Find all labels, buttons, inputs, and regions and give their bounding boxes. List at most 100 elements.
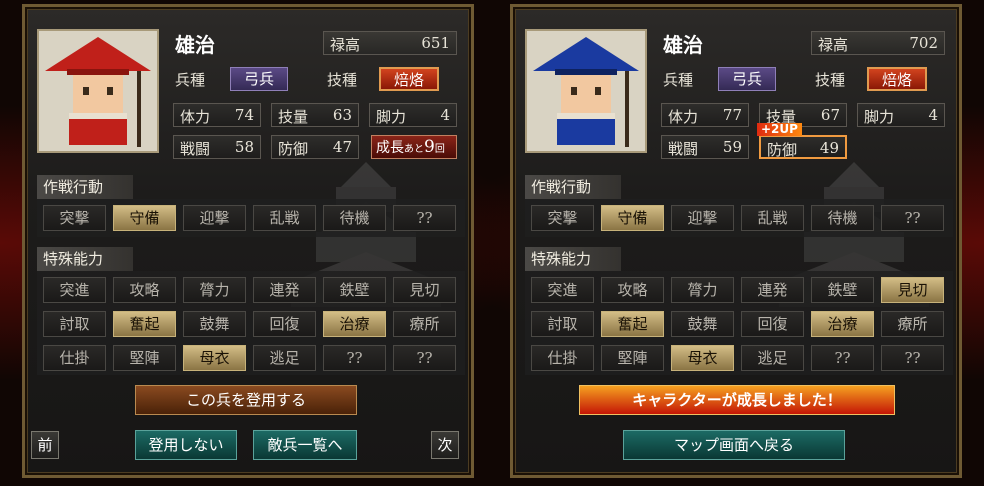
decline-button[interactable]: 登用しない (135, 430, 237, 460)
tactic-button[interactable]: 乱戦 (741, 205, 804, 231)
recruit-panel: 雄治 禄高 651 兵種 弓兵 技種 焙烙 体力 74 技量 63 脚力 4 戦… (22, 4, 474, 478)
stat-value: 59 (722, 138, 742, 156)
ability-button[interactable]: 母衣 (671, 345, 734, 371)
stat-value: 67 (820, 106, 840, 124)
stipend-value: 651 (421, 34, 450, 52)
tactic-button[interactable]: 突撃 (531, 205, 594, 231)
ability-button[interactable]: 見切 (393, 277, 456, 303)
special-area: 突進 攻略 膂力 連発 鉄壁 見切 討取 奮起 鼓舞 回復 治療 療所 仕掛 堅… (525, 271, 953, 375)
stat-value: 77 (722, 106, 742, 124)
ability-button[interactable]: 連発 (741, 277, 804, 303)
ability-button[interactable]: 鉄壁 (811, 277, 874, 303)
ability-button[interactable]: 治療 (811, 311, 874, 337)
ability-button[interactable]: 仕掛 (531, 345, 594, 371)
stat-value: 49 (819, 139, 839, 157)
tactic-button[interactable]: 迎撃 (671, 205, 734, 231)
tactics-header: 作戦行動 (37, 175, 133, 199)
stat-combat: 戦闘 59 (661, 135, 749, 159)
ability-button[interactable]: 治療 (323, 311, 386, 337)
tactic-button[interactable]: ?? (393, 205, 456, 231)
stat-label: 脚力 (864, 108, 895, 126)
recruit-button[interactable]: この兵を登用する (135, 385, 357, 415)
stat-hp: 体力 74 (173, 103, 261, 127)
stat-defense: 防御 47 (271, 135, 359, 159)
stat-label: 脚力 (376, 108, 407, 126)
ability-button[interactable]: 仕掛 (43, 345, 106, 371)
ability-button[interactable]: 療所 (393, 311, 456, 337)
ability-button[interactable]: 鼓舞 (183, 311, 246, 337)
ability-button[interactable]: 奮起 (113, 311, 176, 337)
ability-button[interactable]: 鉄壁 (323, 277, 386, 303)
ability-button[interactable]: 堅陣 (113, 345, 176, 371)
troop-type-badge: 弓兵 (230, 67, 288, 91)
stat-value: 47 (332, 138, 352, 156)
troop-label: 兵種 (175, 71, 206, 89)
ability-button[interactable]: 回復 (253, 311, 316, 337)
ability-button[interactable]: 討取 (43, 311, 106, 337)
ability-button[interactable]: 膂力 (183, 277, 246, 303)
ability-button[interactable]: 逃足 (253, 345, 316, 371)
ability-button[interactable]: 突進 (531, 277, 594, 303)
ability-button[interactable]: ?? (811, 345, 874, 371)
stat-skill: 技量 63 (271, 103, 359, 127)
ability-button[interactable]: 鼓舞 (671, 311, 734, 337)
ability-button[interactable]: 母衣 (183, 345, 246, 371)
prev-button[interactable]: 前 (31, 431, 59, 459)
ability-button[interactable]: 回復 (741, 311, 804, 337)
tactic-button[interactable]: 守備 (601, 205, 664, 231)
stat-hp: 体力 77 (661, 103, 749, 127)
troop-label: 兵種 (663, 71, 694, 89)
stat-value: 74 (234, 106, 254, 124)
special-header: 特殊能力 (37, 247, 133, 271)
stipend-label: 禄高 (330, 36, 361, 54)
ability-button[interactable]: 見切 (881, 277, 944, 303)
return-to-map-button[interactable]: マップ画面へ戻る (623, 430, 845, 460)
stipend-label: 禄高 (818, 36, 849, 54)
stat-label: 技量 (278, 108, 309, 126)
stat-value: 58 (234, 138, 254, 156)
unit-portrait (525, 29, 647, 153)
next-button[interactable]: 次 (431, 431, 459, 459)
ability-button[interactable]: 堅陣 (601, 345, 664, 371)
stat-combat: 戦闘 58 (173, 135, 261, 159)
ability-button[interactable]: ?? (323, 345, 386, 371)
stat-value: 63 (332, 106, 352, 124)
ability-button[interactable]: 討取 (531, 311, 594, 337)
ability-button[interactable]: 連発 (253, 277, 316, 303)
ability-button[interactable]: 攻略 (601, 277, 664, 303)
stat-up-badge: +2UP (757, 123, 802, 136)
growth-suffix: 回 (434, 144, 445, 155)
growth-banner: キャラクターが成長しました！ (579, 385, 895, 415)
tactic-button[interactable]: 待機 (811, 205, 874, 231)
stat-label: 防御 (278, 140, 309, 158)
tactic-button[interactable]: 乱戦 (253, 205, 316, 231)
tactic-button[interactable]: 待機 (323, 205, 386, 231)
ability-button[interactable]: 奮起 (601, 311, 664, 337)
tactic-button[interactable]: 守備 (113, 205, 176, 231)
tactic-button[interactable]: 突撃 (43, 205, 106, 231)
stat-defense: 防御 49 (759, 135, 847, 159)
stipend-box: 禄高 702 (811, 31, 945, 55)
tactic-button[interactable]: 迎撃 (183, 205, 246, 231)
stipend-box: 禄高 651 (323, 31, 457, 55)
unit-name: 雄治 (175, 33, 215, 57)
ability-button[interactable]: 膂力 (671, 277, 734, 303)
ability-button[interactable]: ?? (881, 345, 944, 371)
tactics-header: 作戦行動 (525, 175, 621, 199)
stat-speed: 脚力 4 (369, 103, 457, 127)
tactic-button[interactable]: ?? (881, 205, 944, 231)
ability-button[interactable]: 逃足 (741, 345, 804, 371)
ability-button[interactable]: ?? (393, 345, 456, 371)
enemy-list-button[interactable]: 敵兵一覧へ (253, 430, 357, 460)
tactics-area: 突撃 守備 迎撃 乱戦 待機 ?? (37, 199, 465, 237)
stat-value: 4 (440, 106, 450, 124)
troop-type-badge: 弓兵 (718, 67, 776, 91)
ability-button[interactable]: 攻略 (113, 277, 176, 303)
stat-label: 体力 (668, 108, 699, 126)
ability-button[interactable]: 突進 (43, 277, 106, 303)
ability-button[interactable]: 療所 (881, 311, 944, 337)
growth-remaining-badge: 成長あと9回 (371, 135, 457, 159)
growth-count: 9 (424, 137, 435, 157)
skill-label: 技種 (327, 71, 358, 89)
tactics-area: 突撃 守備 迎撃 乱戦 待機 ?? (525, 199, 953, 237)
